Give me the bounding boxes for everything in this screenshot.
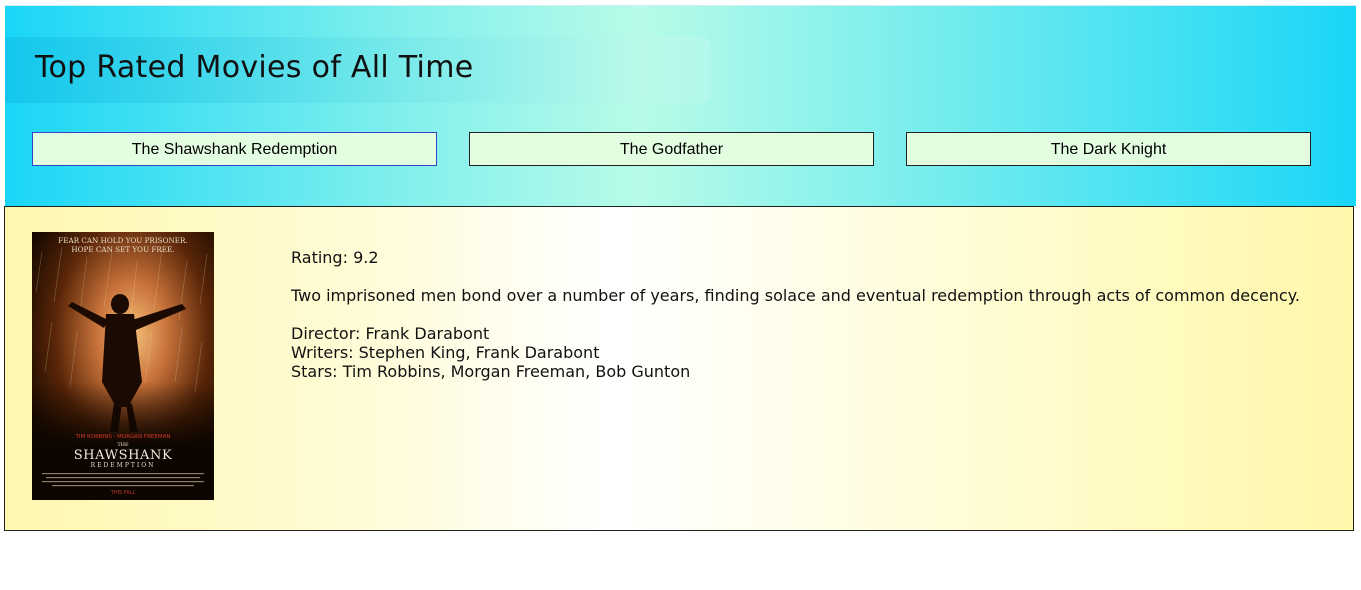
movie-detail-panel: FEAR CAN HOLD YOU PRISONER. HOPE CAN SET… [4,206,1354,531]
movie-stars: Stars: Tim Robbins, Morgan Freeman, Bob … [291,362,691,381]
poster-tagline-1: FEAR CAN HOLD YOU PRISONER. [58,236,187,245]
page-title: Top Rated Movies of All Time [35,50,474,85]
poster-title-main: SHAWSHANK [74,448,173,463]
movie-director: Director: Frank Darabont [291,324,490,343]
movie-writers: Writers: Stephen King, Frank Darabont [291,343,600,362]
poster-title-sub: REDEMPTION [91,462,156,469]
movie-rating: Rating: 9.2 [291,248,379,267]
movie-poster: FEAR CAN HOLD YOU PRISONER. HOPE CAN SET… [32,232,214,500]
poster-tagline-2: HOPE CAN SET YOU FREE. [71,245,174,254]
poster-actors: TIM ROBBINS · MORGAN FREEMAN [75,434,171,440]
movie-plot: Two imprisoned men bond over a number of… [291,286,1300,305]
tab-godfather[interactable]: The Godfather [469,132,874,166]
movie-details: Rating: 9.2 Two imprisoned men bond over… [291,248,1300,381]
tab-shawshank-redemption[interactable]: The Shawshank Redemption [32,132,437,166]
tab-dark-knight[interactable]: The Dark Knight [906,132,1311,166]
header: Top Rated Movies of All Time The Shawsha… [5,5,1356,206]
poster-footer: THIS FALL [110,490,136,496]
